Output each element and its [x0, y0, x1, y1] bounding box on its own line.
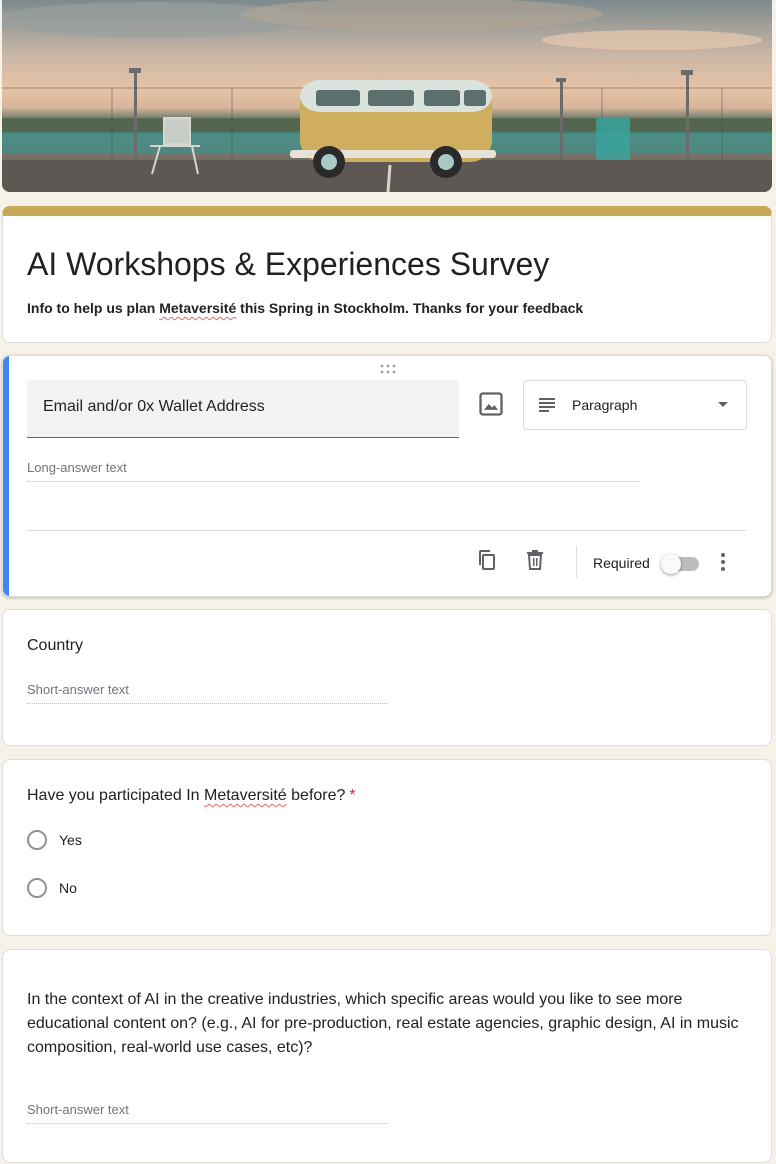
image-icon[interactable]: [477, 390, 505, 418]
form-title-card[interactable]: AI Workshops & Experiences Survey Info t…: [2, 206, 772, 343]
drag-handle-icon[interactable]: [379, 364, 397, 374]
question-title-input[interactable]: Email and/or 0x Wallet Address: [27, 380, 459, 438]
short-answer-placeholder: Short-answer text: [27, 682, 387, 704]
form-description[interactable]: Info to help us plan Metaversité this Sp…: [27, 300, 583, 316]
active-question-card[interactable]: Email and/or 0x Wallet Address Paragraph…: [2, 355, 772, 597]
question-title: In the context of AI in the creative ind…: [27, 991, 739, 1056]
active-indicator-bar: [3, 356, 9, 596]
question-title-pre: Have you participated In: [27, 787, 204, 804]
form-description-brand: Metaversité: [159, 300, 237, 316]
header-banner-image: [2, 0, 772, 192]
required-toggle-knob: [661, 554, 681, 574]
paragraph-lines-icon: [539, 398, 555, 412]
radio-option-no[interactable]: No: [27, 878, 77, 898]
required-label: Required: [593, 555, 650, 571]
question-title: Country: [27, 637, 84, 654]
question-title: Have you participated In Metaversité bef…: [27, 784, 356, 808]
radio-option-yes[interactable]: Yes: [27, 830, 82, 850]
question-type-select[interactable]: Paragraph: [523, 380, 747, 430]
more-vert-icon[interactable]: [715, 550, 731, 574]
banner-illustration: [2, 0, 772, 192]
radio-button[interactable]: [27, 878, 47, 898]
delete-icon[interactable]: [523, 548, 547, 572]
required-asterisk: *: [349, 787, 356, 804]
short-answer-placeholder: Short-answer text: [27, 1102, 387, 1124]
duplicate-icon[interactable]: [475, 548, 499, 572]
question-title-brand: Metaversité: [204, 787, 287, 804]
question-card-country[interactable]: Country Short-answer text: [2, 609, 772, 746]
radio-label: Yes: [59, 832, 82, 848]
form-description-pre: Info to help us plan: [27, 300, 160, 316]
radio-button[interactable]: [27, 830, 47, 850]
radio-label: No: [59, 880, 77, 896]
form-description-post: this Spring in Stockholm. Thanks for you…: [236, 300, 584, 316]
toolbar-separator: [576, 546, 577, 578]
question-type-label: Paragraph: [572, 397, 638, 413]
footer-divider: [27, 530, 747, 531]
required-toggle[interactable]: [661, 554, 699, 574]
question-card-creative-industries[interactable]: In the context of AI in the creative ind…: [2, 949, 772, 1163]
question-card-participated[interactable]: Have you participated In Metaversité bef…: [2, 759, 772, 936]
dropdown-caret-icon: [718, 402, 728, 407]
form-title[interactable]: AI Workshops & Experiences Survey: [27, 246, 549, 283]
long-answer-placeholder: Long-answer text: [27, 460, 639, 482]
question-title-post: before?: [286, 787, 346, 804]
